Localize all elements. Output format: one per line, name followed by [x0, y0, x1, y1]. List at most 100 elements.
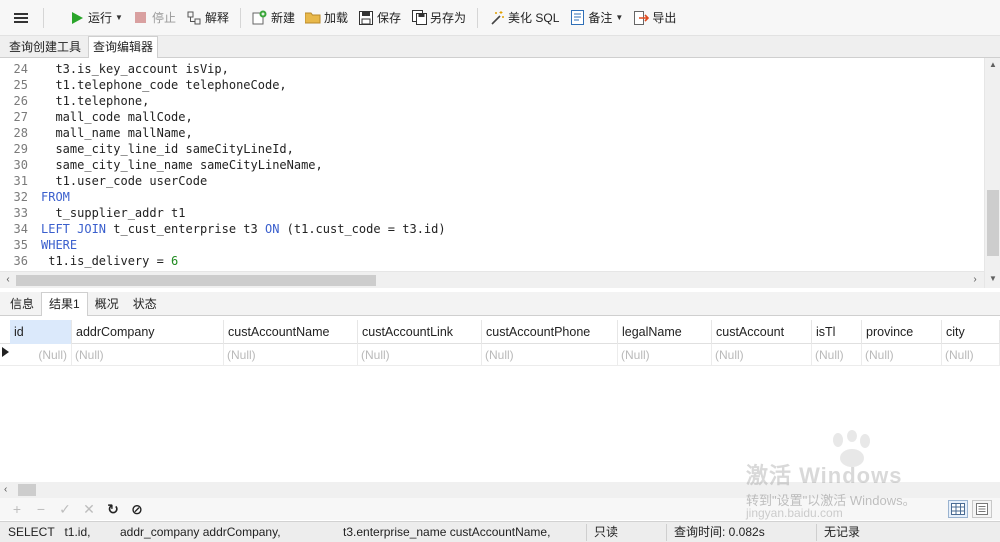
- code-line[interactable]: 32 FROM: [0, 189, 70, 205]
- code-line[interactable]: 24 t3.is_key_account isVip,: [0, 61, 229, 77]
- save-icon: [358, 10, 374, 26]
- new-button[interactable]: 新建: [247, 6, 300, 30]
- code-line[interactable]: 31 t1.user_code userCode: [0, 173, 208, 189]
- column-header-province[interactable]: province: [862, 320, 942, 344]
- stop-button[interactable]: 停止: [128, 6, 181, 30]
- play-icon: [69, 10, 85, 26]
- code-line[interactable]: 36 t1.is_delivery = 6: [0, 253, 179, 269]
- scroll-left-icon[interactable]: ‹: [4, 482, 7, 498]
- code-line[interactable]: 35 WHERE: [0, 237, 78, 253]
- load-button[interactable]: 加载: [300, 6, 353, 30]
- editor-vertical-scroll-thumb[interactable]: [987, 190, 999, 256]
- tab-overview[interactable]: 概况: [88, 293, 126, 315]
- code-text: t1.is_delivery = 6: [30, 253, 178, 269]
- table-cell[interactable]: (Null): [862, 344, 942, 366]
- stop-query-icon[interactable]: ⊘: [128, 500, 146, 518]
- toolbar-separator: [43, 7, 44, 28]
- status-separator: [666, 524, 667, 541]
- menu-button[interactable]: [8, 6, 37, 30]
- apply-changes-icon[interactable]: ✓: [56, 500, 74, 518]
- beautify-sql-button[interactable]: 美化 SQL: [484, 6, 564, 30]
- sql-token: t_supplier_addr t1: [41, 206, 186, 220]
- tab-status[interactable]: 状态: [126, 293, 164, 315]
- status-query-time: 查询时间: 0.082s: [674, 525, 765, 539]
- column-header-istl[interactable]: isTl: [812, 320, 862, 344]
- grid-toolbar: + − ✓ ✕ ↻ ⊘: [0, 498, 1000, 520]
- scroll-left-icon[interactable]: ‹: [1, 272, 15, 289]
- code-line[interactable]: 25 t1.telephone_code telephoneCode,: [0, 77, 287, 93]
- comment-button[interactable]: 备注 ▼: [564, 6, 628, 30]
- status-records: 无记录: [824, 525, 861, 539]
- tab-query-editor[interactable]: 查询编辑器: [88, 36, 159, 58]
- sql-token: mall_code mallCode,: [41, 110, 193, 124]
- tab-result-1[interactable]: 结果1: [41, 292, 88, 316]
- add-record-icon[interactable]: +: [8, 500, 26, 518]
- sql-number: 6: [171, 254, 179, 268]
- result-tabs: 信息 结果1 概况 状态: [0, 292, 1000, 316]
- line-number: 28: [13, 126, 28, 140]
- export-button[interactable]: 导出: [628, 6, 681, 30]
- table-cell[interactable]: (Null): [712, 344, 812, 366]
- line-number: 32: [13, 190, 28, 204]
- code-line[interactable]: 33 t_supplier_addr t1: [0, 205, 186, 221]
- scroll-up-icon[interactable]: ▲: [985, 58, 1000, 72]
- table-cell[interactable]: (Null): [942, 344, 1000, 366]
- run-dropdown-icon[interactable]: ▼: [115, 13, 123, 22]
- explain-button[interactable]: 解释: [181, 6, 234, 30]
- scroll-down-icon[interactable]: ▼: [985, 272, 1000, 286]
- sql-token: t_cust_enterprise t3: [106, 222, 265, 236]
- column-header-legalname[interactable]: legalName: [618, 320, 712, 344]
- code-text: mall_name mallName,: [30, 125, 193, 141]
- save-button[interactable]: 保存: [353, 6, 406, 30]
- save-as-label: 另存为: [430, 11, 467, 25]
- table-cell[interactable]: (Null): [358, 344, 482, 366]
- sql-token: (t1.cust_code = t3.id): [279, 222, 446, 236]
- code-line[interactable]: 29 same_city_line_id sameCityLineId,: [0, 141, 294, 157]
- column-header-city[interactable]: city: [942, 320, 1000, 344]
- discard-changes-icon[interactable]: ✕: [80, 500, 98, 518]
- tab-query-builder[interactable]: 查询创建工具: [4, 36, 86, 57]
- save-as-button[interactable]: 另存为: [406, 6, 471, 30]
- refresh-icon[interactable]: ↻: [104, 500, 122, 518]
- table-cell[interactable]: (Null): [224, 344, 358, 366]
- toolbar-separator: [477, 7, 479, 28]
- code-line[interactable]: 30 same_city_line_name sameCityLineName,: [0, 157, 323, 173]
- table-cell[interactable]: (Null): [482, 344, 618, 366]
- column-header-custaccount[interactable]: custAccount: [712, 320, 812, 344]
- sql-editor[interactable]: 24 t3.is_key_account isVip, 25 t1.telepho…: [0, 58, 984, 270]
- comment-label: 备注: [588, 11, 613, 25]
- line-number: 29: [13, 142, 28, 156]
- editor-vertical-scrollbar[interactable]: ▲ ▼: [984, 58, 1000, 288]
- tab-info[interactable]: 信息: [3, 293, 41, 315]
- delete-record-icon[interactable]: −: [32, 500, 50, 518]
- explain-icon: [186, 10, 202, 26]
- editor-horizontal-scroll-thumb[interactable]: [16, 275, 376, 286]
- run-button[interactable]: 运行 ▼: [64, 6, 128, 30]
- table-cell[interactable]: (Null): [618, 344, 712, 366]
- column-header-id[interactable]: id: [10, 320, 72, 344]
- table-cell[interactable]: (Null): [812, 344, 862, 366]
- code-line[interactable]: 26 t1.telephone,: [0, 93, 150, 109]
- code-text: WHERE: [30, 237, 77, 253]
- code-line[interactable]: 27 mall_code mallCode,: [0, 109, 193, 125]
- table-row[interactable]: (Null) (Null) (Null) (Null) (Null) (Null) (Nul…: [0, 344, 1000, 366]
- editor-horizontal-scrollbar[interactable]: ‹ ›: [0, 271, 984, 288]
- form-view-button[interactable]: [972, 500, 992, 518]
- column-header-custaccountphone[interactable]: custAccountPhone: [482, 320, 618, 344]
- grid-horizontal-scroll-thumb[interactable]: [18, 484, 36, 496]
- grid-view-button[interactable]: [948, 500, 968, 518]
- table-cell[interactable]: (Null): [10, 344, 72, 366]
- scroll-right-icon[interactable]: ›: [968, 272, 982, 289]
- export-icon: [633, 10, 649, 26]
- grid-horizontal-scrollbar[interactable]: ‹: [0, 482, 1000, 498]
- status-separator: [586, 524, 587, 541]
- code-line[interactable]: 34 LEFT JOIN t_cust_enterprise t3 ON (t1.…: [0, 221, 446, 237]
- sql-token: mall_name mallName,: [41, 126, 193, 140]
- table-cell[interactable]: (Null): [72, 344, 224, 366]
- column-header-custaccountlink[interactable]: custAccountLink: [358, 320, 482, 344]
- status-separator: [816, 524, 817, 541]
- column-header-custaccountname[interactable]: custAccountName: [224, 320, 358, 344]
- comment-dropdown-icon[interactable]: ▼: [615, 13, 623, 22]
- code-line[interactable]: 28 mall_name mallName,: [0, 125, 193, 141]
- column-header-addrcompany[interactable]: addrCompany: [72, 320, 224, 344]
